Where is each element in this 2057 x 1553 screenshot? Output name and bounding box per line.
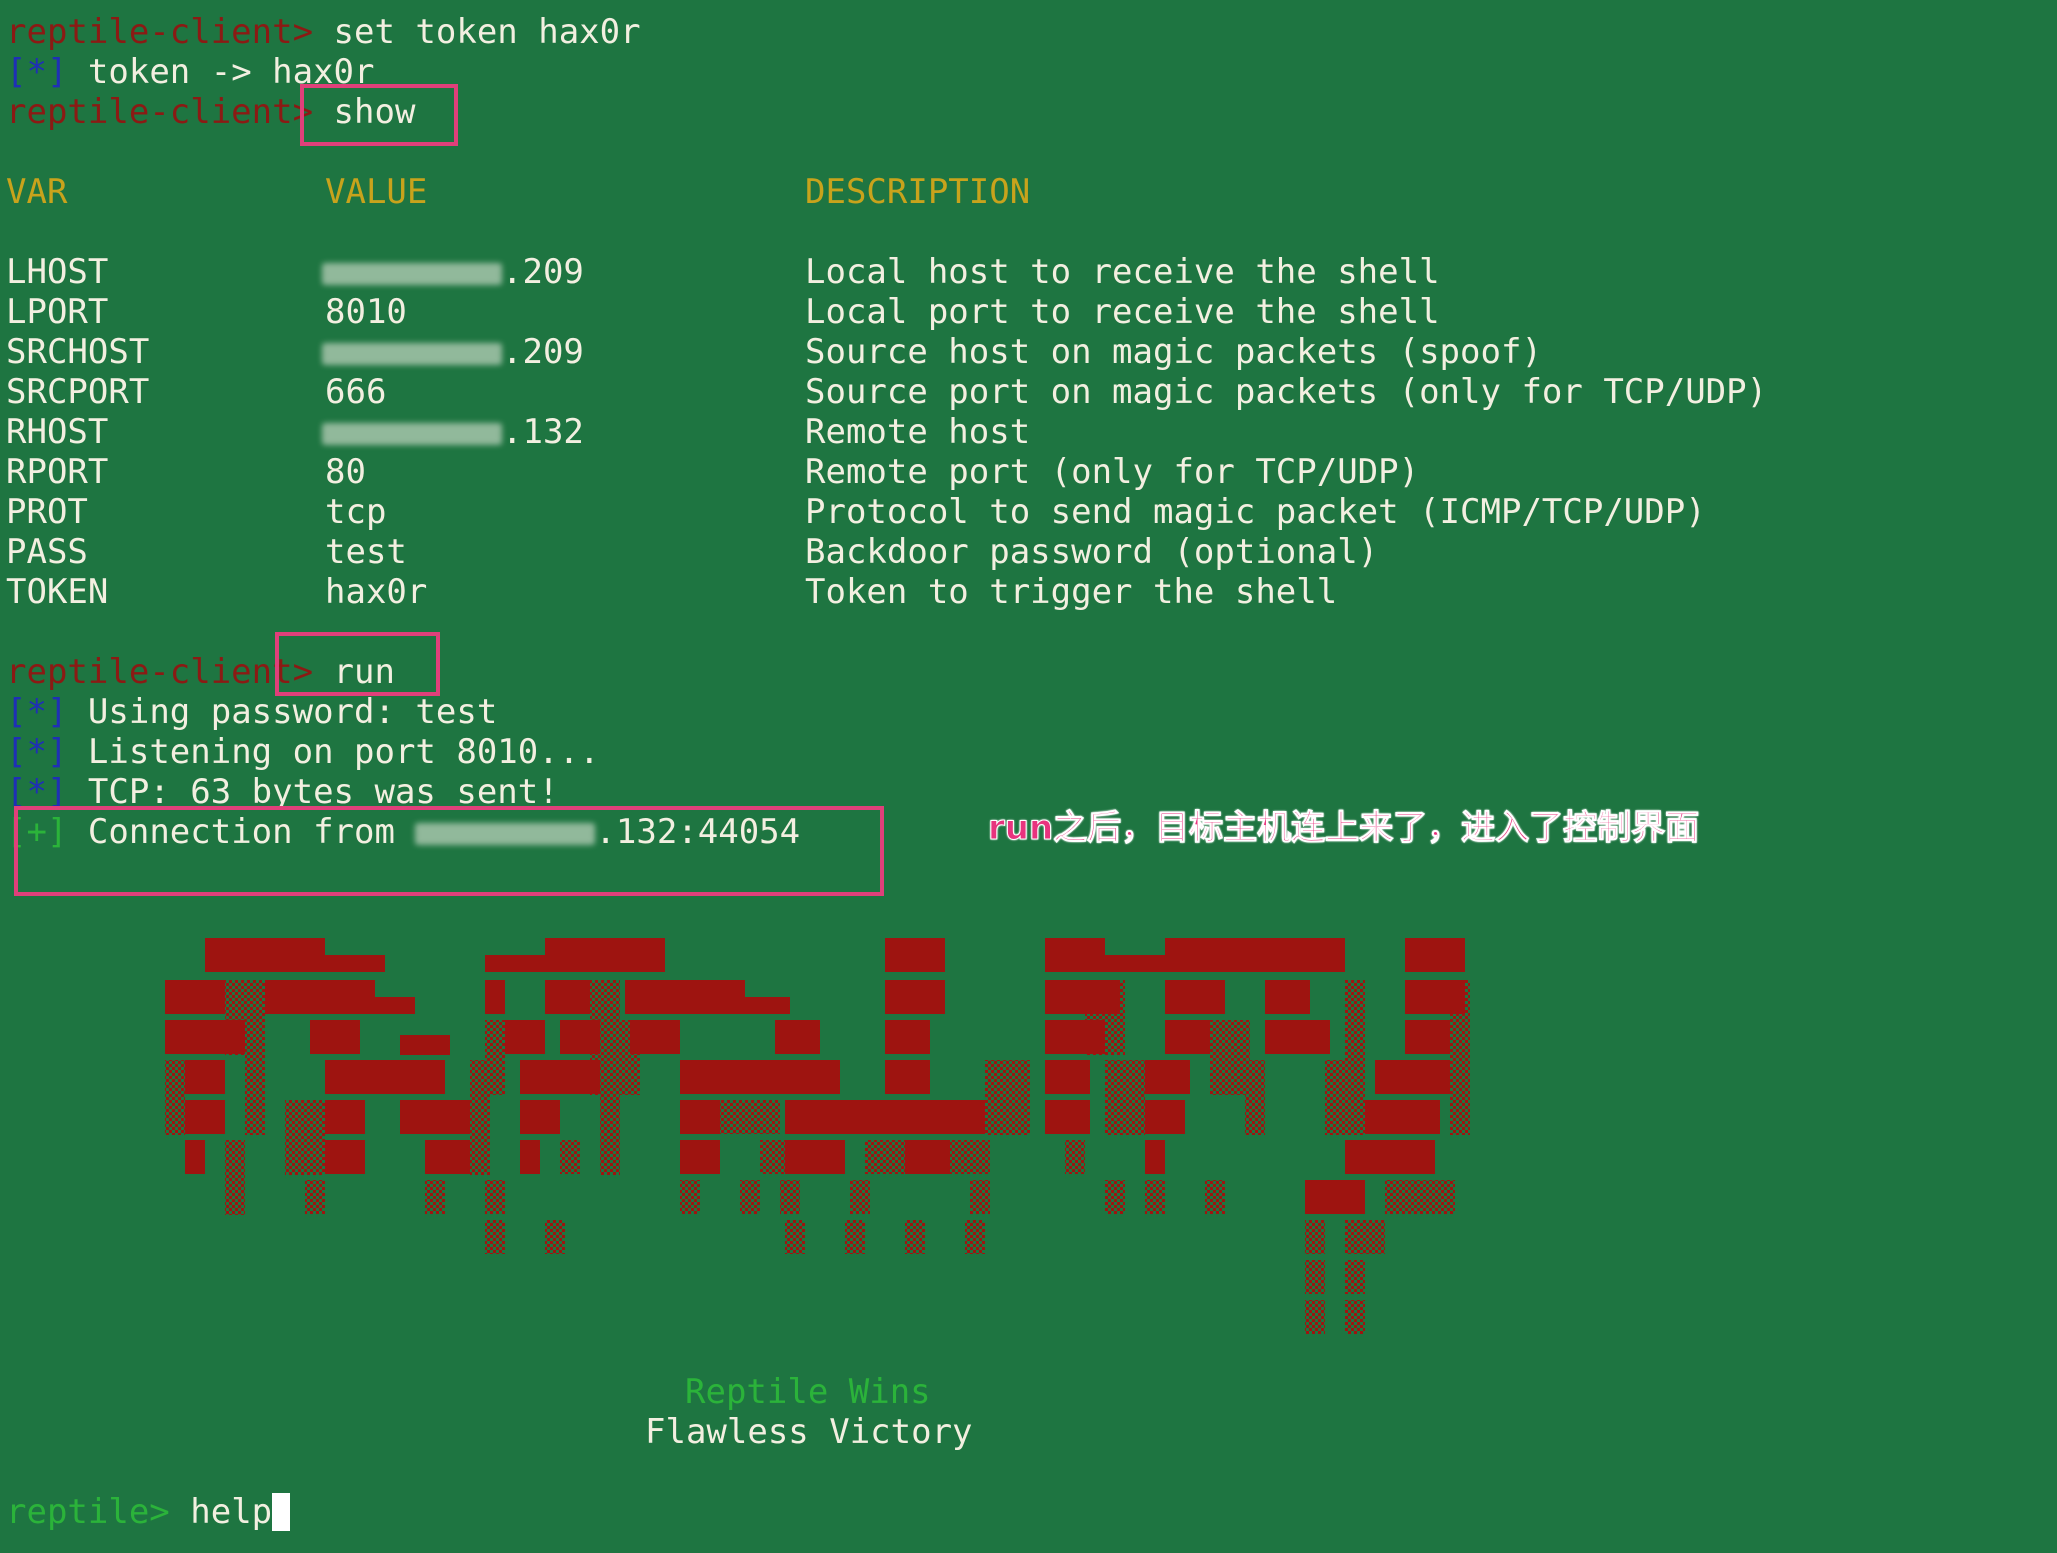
output-line-listening: [*] Listening on port 8010... (6, 732, 600, 772)
row-value: .132 (322, 412, 584, 452)
reptile-prompt: reptile> (6, 1492, 170, 1532)
row-value: .209 (322, 332, 584, 372)
redacted-ip-blur (322, 262, 502, 285)
row-var: RHOST (6, 412, 109, 452)
banner-caption-reptile-wins: Reptile Wins (685, 1372, 931, 1412)
row-description: Source host on magic packets (spoof) (805, 332, 1542, 372)
row-value: 80 (325, 452, 366, 492)
terminal-cursor (272, 1493, 291, 1531)
set-token-command: set token hax0r (333, 12, 641, 52)
table-header-var: VAR (6, 172, 68, 212)
row-var: LPORT (6, 292, 109, 332)
row-var: SRCHOST (6, 332, 150, 372)
row-description: Remote port (only for TCP/UDP) (805, 452, 1420, 492)
row-description: Source port on magic packets (only for T… (805, 372, 1768, 412)
redacted-ip-blur (322, 342, 502, 365)
client-prompt: reptile-client> (6, 12, 314, 52)
row-value: 8010 (325, 292, 407, 332)
row-description: Protocol to send magic packet (ICMP/TCP/… (805, 492, 1706, 532)
info-bracket: [*] (6, 52, 68, 92)
show-highlight-box (300, 84, 458, 146)
cmd-line-help[interactable]: reptile> help (6, 1492, 291, 1532)
row-description: Backdoor password (optional) (805, 532, 1379, 572)
row-value: .209 (322, 252, 584, 292)
row-description: Local port to receive the shell (805, 292, 1440, 332)
chinese-annotation: run之后，目标主机连上来了，进入了控制界面 (987, 808, 1700, 849)
row-var: LHOST (6, 252, 109, 292)
row-var: TOKEN (6, 572, 109, 612)
listening-text: Listening on port 8010... (87, 732, 600, 772)
connection-highlight-box (14, 806, 884, 896)
row-description: Local host to receive the shell (805, 252, 1440, 292)
row-description: Token to trigger the shell (805, 572, 1338, 612)
row-value: tcp (325, 492, 387, 532)
row-value: test (325, 532, 407, 572)
info-bracket: [*] (6, 692, 68, 732)
row-var: SRCPORT (6, 372, 150, 412)
row-value: hax0r (325, 572, 428, 612)
row-description: Remote host (805, 412, 1031, 452)
info-bracket: [*] (6, 732, 68, 772)
banner-caption-flawless-victory: Flawless Victory (645, 1412, 973, 1452)
redacted-ip-blur (322, 422, 502, 445)
client-prompt: reptile-client> (6, 92, 314, 132)
run-highlight-box (275, 632, 440, 696)
row-var: RPORT (6, 452, 109, 492)
row-var: PASS (6, 532, 88, 572)
help-command-input[interactable]: help (190, 1492, 272, 1532)
using-password-text: Using password: test (87, 692, 498, 732)
table-header-description: DESCRIPTION (805, 172, 1031, 212)
client-prompt: reptile-client> (6, 652, 314, 692)
table-header-value: VALUE (325, 172, 428, 212)
reptile-ascii-banner (165, 938, 1470, 1334)
row-value: 666 (325, 372, 387, 412)
row-var: PROT (6, 492, 88, 532)
output-line-password: [*] Using password: test (6, 692, 497, 732)
cmd-line-set-token: reptile-client> set token hax0r (6, 12, 641, 52)
